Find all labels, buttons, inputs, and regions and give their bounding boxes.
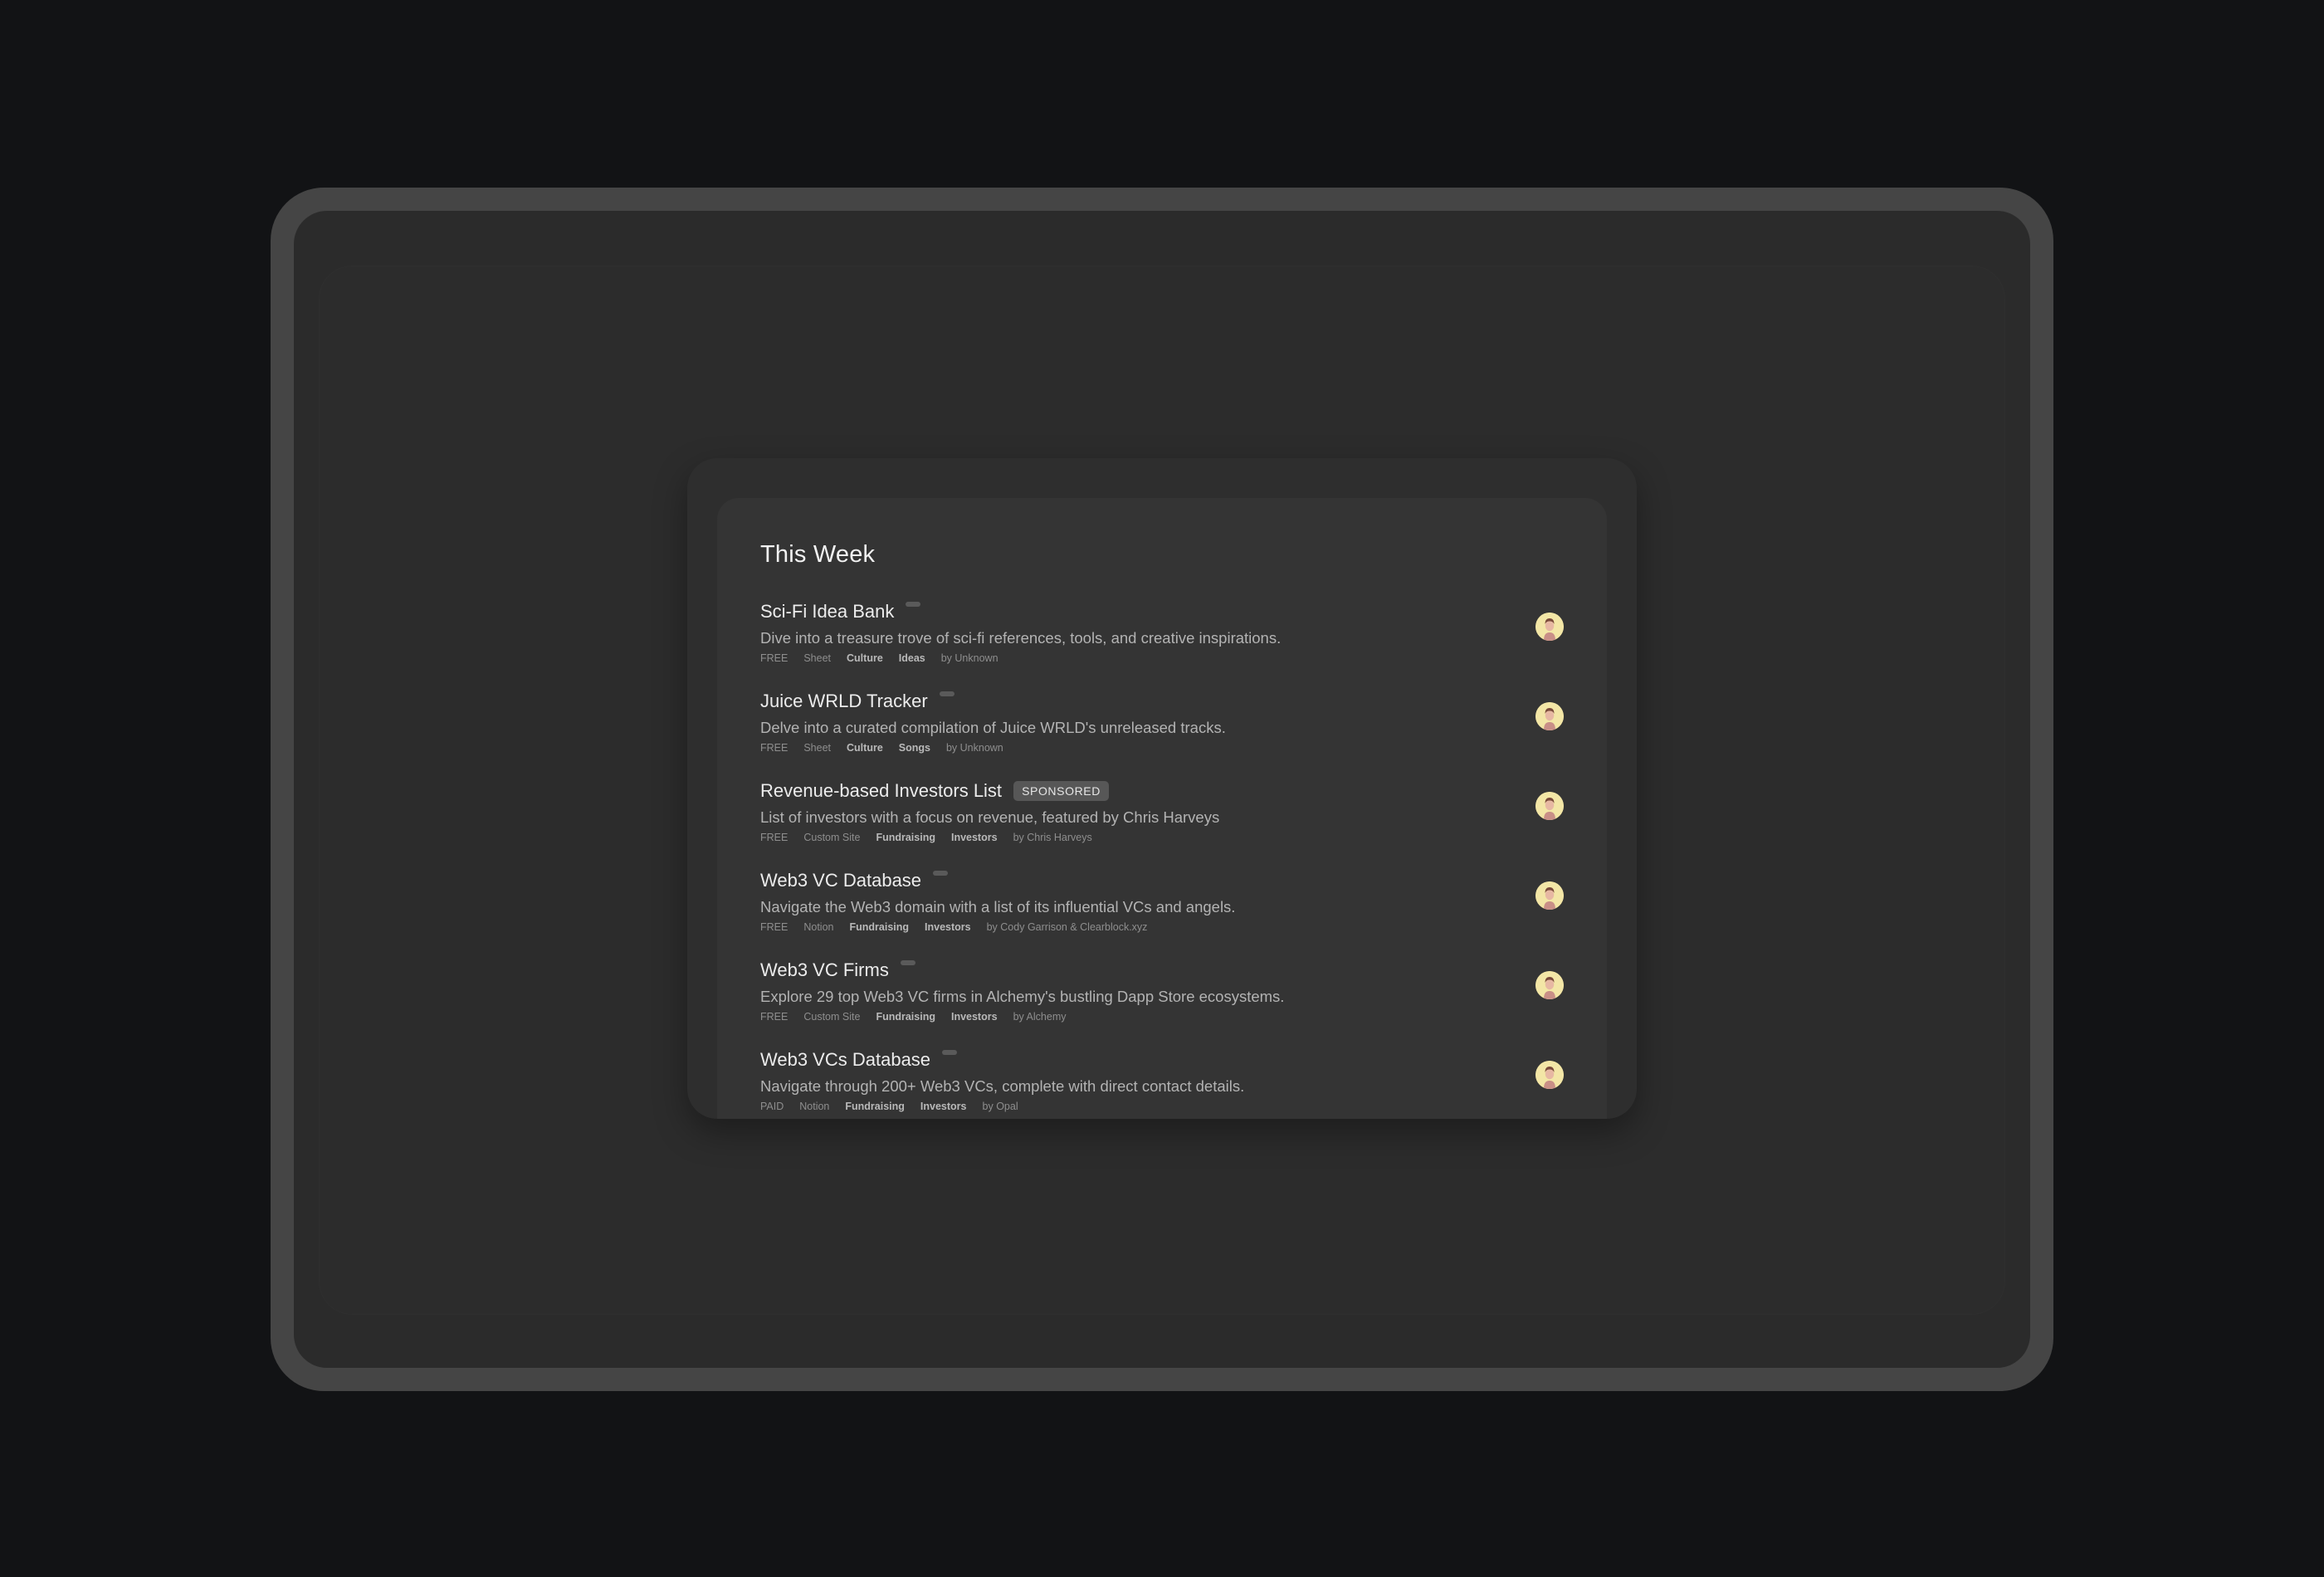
item-price: FREE bbox=[760, 832, 788, 843]
item-title[interactable]: Web3 VCs Database bbox=[760, 1049, 930, 1071]
list-item[interactable]: Web3 VCs Database Navigate through 200+ … bbox=[760, 1047, 1564, 1119]
item-platform: Notion bbox=[799, 1101, 830, 1112]
item-title[interactable]: Web3 VC Database bbox=[760, 870, 921, 891]
new-indicator bbox=[939, 691, 954, 696]
new-indicator bbox=[906, 602, 921, 607]
new-indicator bbox=[900, 960, 915, 965]
item-title[interactable]: Sci-Fi Idea Bank bbox=[760, 601, 894, 622]
this-week-card: This Week Sci-Fi Idea Bank Dive into a t… bbox=[687, 458, 1637, 1119]
item-price: FREE bbox=[760, 921, 788, 933]
list-item[interactable]: Revenue-based Investors List SPONSORED L… bbox=[760, 779, 1564, 868]
user-avatar-icon[interactable] bbox=[1536, 792, 1564, 820]
item-meta: FREE Notion Fundraising Investors by Cod… bbox=[760, 921, 1564, 933]
item-meta: FREE Custom Site Fundraising Investors b… bbox=[760, 832, 1564, 843]
user-avatar-icon[interactable] bbox=[1536, 881, 1564, 910]
item-tag[interactable]: Songs bbox=[899, 742, 930, 754]
item-title-row: Revenue-based Investors List SPONSORED bbox=[760, 779, 1564, 803]
item-title[interactable]: Juice WRLD Tracker bbox=[760, 691, 928, 712]
sponsored-badge: SPONSORED bbox=[1013, 781, 1109, 801]
item-platform: Notion bbox=[803, 921, 834, 933]
item-platform: Sheet bbox=[803, 742, 832, 754]
item-description: Navigate through 200+ Web3 VCs, complete… bbox=[760, 1077, 1245, 1095]
item-tag[interactable]: Culture bbox=[847, 652, 883, 664]
item-author: by Chris Harveys bbox=[1013, 832, 1092, 843]
item-tag[interactable]: Investors bbox=[925, 921, 971, 933]
item-price: FREE bbox=[760, 742, 788, 754]
item-tag[interactable]: Investors bbox=[951, 1011, 998, 1023]
item-meta: FREE Sheet Culture Ideas by Unknown bbox=[760, 652, 1564, 664]
item-meta: FREE Sheet Culture Songs by Unknown bbox=[760, 742, 1564, 754]
item-title-row: Web3 VCs Database bbox=[760, 1047, 1564, 1072]
item-price: PAID bbox=[760, 1101, 784, 1112]
item-description: Dive into a treasure trove of sci-fi ref… bbox=[760, 629, 1282, 647]
item-platform: Custom Site bbox=[803, 832, 861, 843]
item-tag[interactable]: Investors bbox=[920, 1101, 967, 1112]
item-tag[interactable]: Fundraising bbox=[876, 1011, 935, 1023]
item-tag[interactable]: Fundraising bbox=[849, 921, 909, 933]
item-title-row: Juice WRLD Tracker bbox=[760, 689, 1564, 714]
item-price: FREE bbox=[760, 1011, 788, 1023]
new-indicator bbox=[933, 871, 949, 876]
item-title-row: Web3 VC Database bbox=[760, 868, 1564, 893]
new-indicator bbox=[942, 1050, 958, 1055]
user-avatar-icon[interactable] bbox=[1536, 1061, 1564, 1089]
item-meta: PAID Notion Fundraising Investors by Opa… bbox=[760, 1101, 1564, 1112]
item-title[interactable]: Web3 VC Firms bbox=[760, 959, 889, 981]
item-author: by Unknown bbox=[940, 652, 998, 664]
item-tag[interactable]: Investors bbox=[951, 832, 998, 843]
item-title-row: Web3 VC Firms bbox=[760, 958, 1564, 983]
item-description: Delve into a curated compilation of Juic… bbox=[760, 719, 1226, 736]
item-author: by Alchemy bbox=[1013, 1011, 1067, 1023]
item-author: by Cody Garrison & Clearblock.xyz bbox=[986, 921, 1148, 933]
list-item[interactable]: Juice WRLD Tracker Delve into a curated … bbox=[760, 689, 1564, 779]
item-platform: Custom Site bbox=[803, 1011, 861, 1023]
item-description: Navigate the Web3 domain with a list of … bbox=[760, 898, 1236, 915]
user-avatar-icon[interactable] bbox=[1536, 971, 1564, 999]
item-price: FREE bbox=[760, 652, 788, 664]
item-author: by Unknown bbox=[945, 742, 1003, 754]
list-item[interactable]: Sci-Fi Idea Bank Dive into a treasure tr… bbox=[760, 599, 1564, 689]
list-item[interactable]: Web3 VC Firms Explore 29 top Web3 VC fir… bbox=[760, 958, 1564, 1047]
list-item[interactable]: Web3 VC Database Navigate the Web3 domai… bbox=[760, 868, 1564, 958]
user-avatar-icon[interactable] bbox=[1536, 613, 1564, 641]
item-meta: FREE Custom Site Fundraising Investors b… bbox=[760, 1011, 1564, 1023]
this-week-panel: This Week Sci-Fi Idea Bank Dive into a t… bbox=[717, 498, 1607, 1119]
item-tag[interactable]: Ideas bbox=[899, 652, 925, 664]
user-avatar-icon[interactable] bbox=[1536, 702, 1564, 730]
resource-list: Sci-Fi Idea Bank Dive into a treasure tr… bbox=[760, 599, 1564, 1119]
item-title-row: Sci-Fi Idea Bank bbox=[760, 599, 1564, 624]
item-author: by Opal bbox=[982, 1101, 1018, 1112]
item-description: List of investors with a focus on revenu… bbox=[760, 808, 1220, 826]
item-description: Explore 29 top Web3 VC firms in Alchemy'… bbox=[760, 988, 1285, 1005]
item-platform: Sheet bbox=[803, 652, 832, 664]
item-tag[interactable]: Fundraising bbox=[876, 832, 935, 843]
section-title: This Week bbox=[760, 541, 876, 568]
item-tag[interactable]: Fundraising bbox=[845, 1101, 905, 1112]
item-title[interactable]: Revenue-based Investors List bbox=[760, 780, 1002, 802]
item-tag[interactable]: Culture bbox=[847, 742, 883, 754]
